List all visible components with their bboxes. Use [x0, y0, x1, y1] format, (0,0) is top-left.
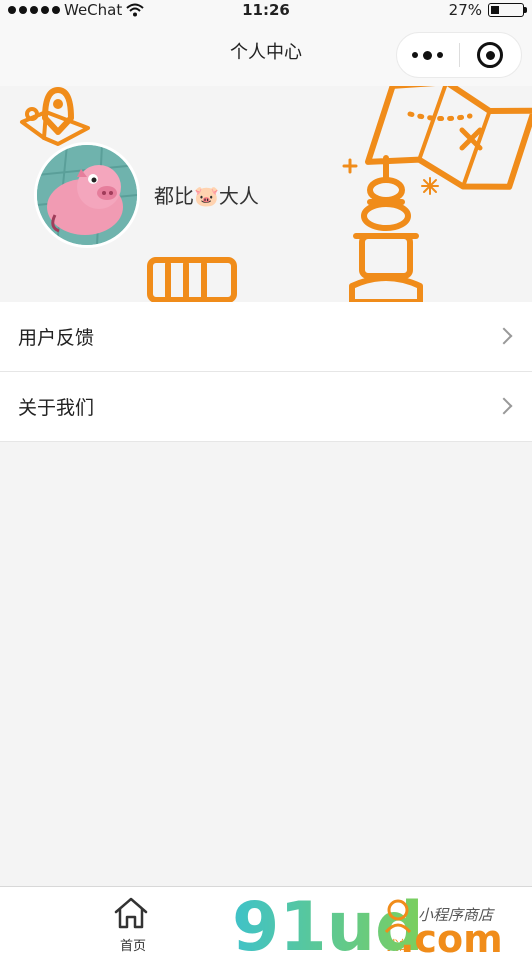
tab-label: 首页 — [119, 939, 146, 954]
mini-program-capsule — [396, 32, 522, 78]
more-button[interactable] — [397, 33, 459, 77]
home-icon — [114, 897, 148, 929]
close-mini-program-button[interactable] — [460, 33, 522, 77]
menu-item-about-us[interactable]: 关于我们 — [0, 372, 532, 442]
nav-bar: 个人中心 — [0, 20, 532, 86]
status-bar: WeChat 11:26 27% — [0, 0, 532, 20]
profile-banner: 都比🐷大人 — [0, 86, 532, 302]
tab-home[interactable]: 首页 — [0, 887, 266, 960]
pig-avatar-icon — [37, 145, 137, 245]
menu-item-label: 关于我们 — [18, 397, 95, 419]
menu-item-feedback[interactable]: 用户反馈 — [0, 302, 532, 372]
chevron-right-icon — [495, 327, 513, 345]
menu-item-label: 用户反馈 — [18, 327, 95, 349]
settings-menu: 用户反馈 关于我们 — [0, 302, 532, 442]
battery-percent: 27% — [448, 1, 482, 19]
status-right: 27% — [448, 0, 527, 20]
battery-icon — [488, 3, 527, 17]
username: 都比🐷大人 — [154, 184, 259, 208]
target-icon — [477, 42, 504, 68]
watermark-tagline: 小程序商店 — [418, 906, 495, 924]
avatar[interactable] — [34, 142, 140, 248]
chevron-right-icon — [495, 397, 513, 415]
watermark-logo: 91ud .com 小程序商店 — [232, 888, 532, 960]
more-dots-icon — [412, 50, 444, 60]
